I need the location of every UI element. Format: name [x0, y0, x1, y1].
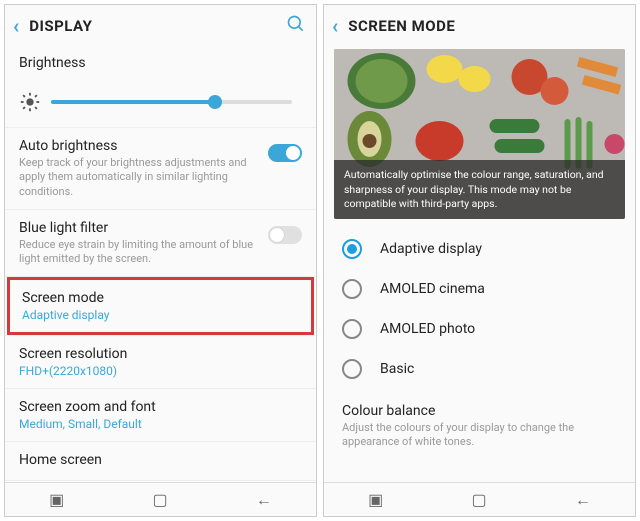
page-title: SCREEN MODE [348, 17, 625, 35]
zoom-font-title: Screen zoom and font [19, 399, 302, 415]
zoom-font-row[interactable]: Screen zoom and font Medium, Small, Defa… [5, 389, 316, 441]
screen-mode-value: Adaptive display [22, 308, 299, 322]
radio-icon[interactable] [342, 279, 362, 299]
nav-bar: ▣ ▢ ← [5, 482, 316, 516]
colour-balance-sub: Adjust the colours of your display to ch… [342, 421, 617, 450]
colour-balance-title: Colour balance [342, 403, 617, 419]
blue-light-row[interactable]: Blue light filter Reduce eye strain by l… [5, 210, 316, 277]
home-screen-title: Home screen [19, 452, 302, 468]
slider-thumb[interactable] [208, 95, 222, 109]
brightness-row: Brightness [5, 45, 316, 83]
screen-res-value: FHD+(2220x1080) [19, 364, 302, 378]
auto-brightness-sub: Keep track of your brightness adjustment… [19, 156, 256, 199]
mode-option-label: AMOLED cinema [380, 281, 485, 297]
blue-light-toggle[interactable] [268, 226, 302, 244]
screen-mode-screen: ‹ SCREEN MODE [323, 4, 636, 517]
page-title: DISPLAY [29, 17, 286, 35]
screen-resolution-row[interactable]: Screen resolution FHD+(2220x1080) [5, 336, 316, 388]
mode-option[interactable]: AMOLED photo [324, 309, 635, 349]
mode-option-label: Adaptive display [380, 241, 482, 257]
preview-caption: Automatically optimise the colour range,… [334, 160, 625, 219]
nav-bar: ▣ ▢ ← [324, 482, 635, 516]
screen-res-title: Screen resolution [19, 346, 302, 362]
screen-mode-row[interactable]: Screen mode Adaptive display [7, 277, 314, 335]
auto-brightness-title: Auto brightness [19, 138, 256, 154]
brightness-label: Brightness [19, 55, 302, 71]
auto-brightness-toggle[interactable] [268, 144, 302, 162]
recents-button[interactable]: ▣ [368, 490, 383, 509]
home-button[interactable]: ▢ [153, 490, 168, 509]
screen-mode-title: Screen mode [22, 290, 299, 306]
auto-brightness-row[interactable]: Auto brightness Keep track of your brigh… [5, 128, 316, 209]
back-icon[interactable]: ‹ [332, 14, 338, 38]
screen-mode-content: Automatically optimise the colour range,… [324, 45, 635, 482]
mode-option[interactable]: Adaptive display [324, 229, 635, 269]
mode-option-label: AMOLED photo [380, 321, 475, 337]
back-button[interactable]: ← [575, 490, 591, 510]
zoom-font-value: Medium, Small, Default [19, 417, 302, 431]
home-screen-row[interactable]: Home screen [5, 442, 316, 480]
brightness-slider[interactable] [51, 100, 292, 104]
preview-image: Automatically optimise the colour range,… [334, 49, 625, 219]
home-button[interactable]: ▢ [472, 490, 487, 509]
mode-option-label: Basic [380, 361, 414, 377]
colour-balance-row[interactable]: Colour balance Adjust the colours of you… [324, 389, 635, 454]
back-icon[interactable]: ‹ [13, 14, 19, 38]
radio-icon[interactable] [342, 359, 362, 379]
brightness-slider-row [5, 83, 316, 127]
settings-list: Brightness Auto brightness Keep t [5, 45, 316, 482]
search-icon[interactable] [286, 14, 306, 39]
blue-light-sub: Reduce eye strain by limiting the amount… [19, 238, 256, 267]
mode-option[interactable]: AMOLED cinema [324, 269, 635, 309]
radio-icon[interactable] [342, 319, 362, 339]
back-button[interactable]: ← [256, 490, 272, 510]
brightness-icon [19, 91, 41, 113]
header: ‹ DISPLAY [5, 5, 316, 45]
radio-icon[interactable] [342, 239, 362, 259]
blue-light-title: Blue light filter [19, 220, 256, 236]
mode-option[interactable]: Basic [324, 349, 635, 389]
header: ‹ SCREEN MODE [324, 5, 635, 45]
recents-button[interactable]: ▣ [49, 490, 64, 509]
display-settings-screen: ‹ DISPLAY Brightness [4, 4, 317, 517]
mode-options: Adaptive display AMOLED cinema AMOLED phot… [324, 229, 635, 389]
